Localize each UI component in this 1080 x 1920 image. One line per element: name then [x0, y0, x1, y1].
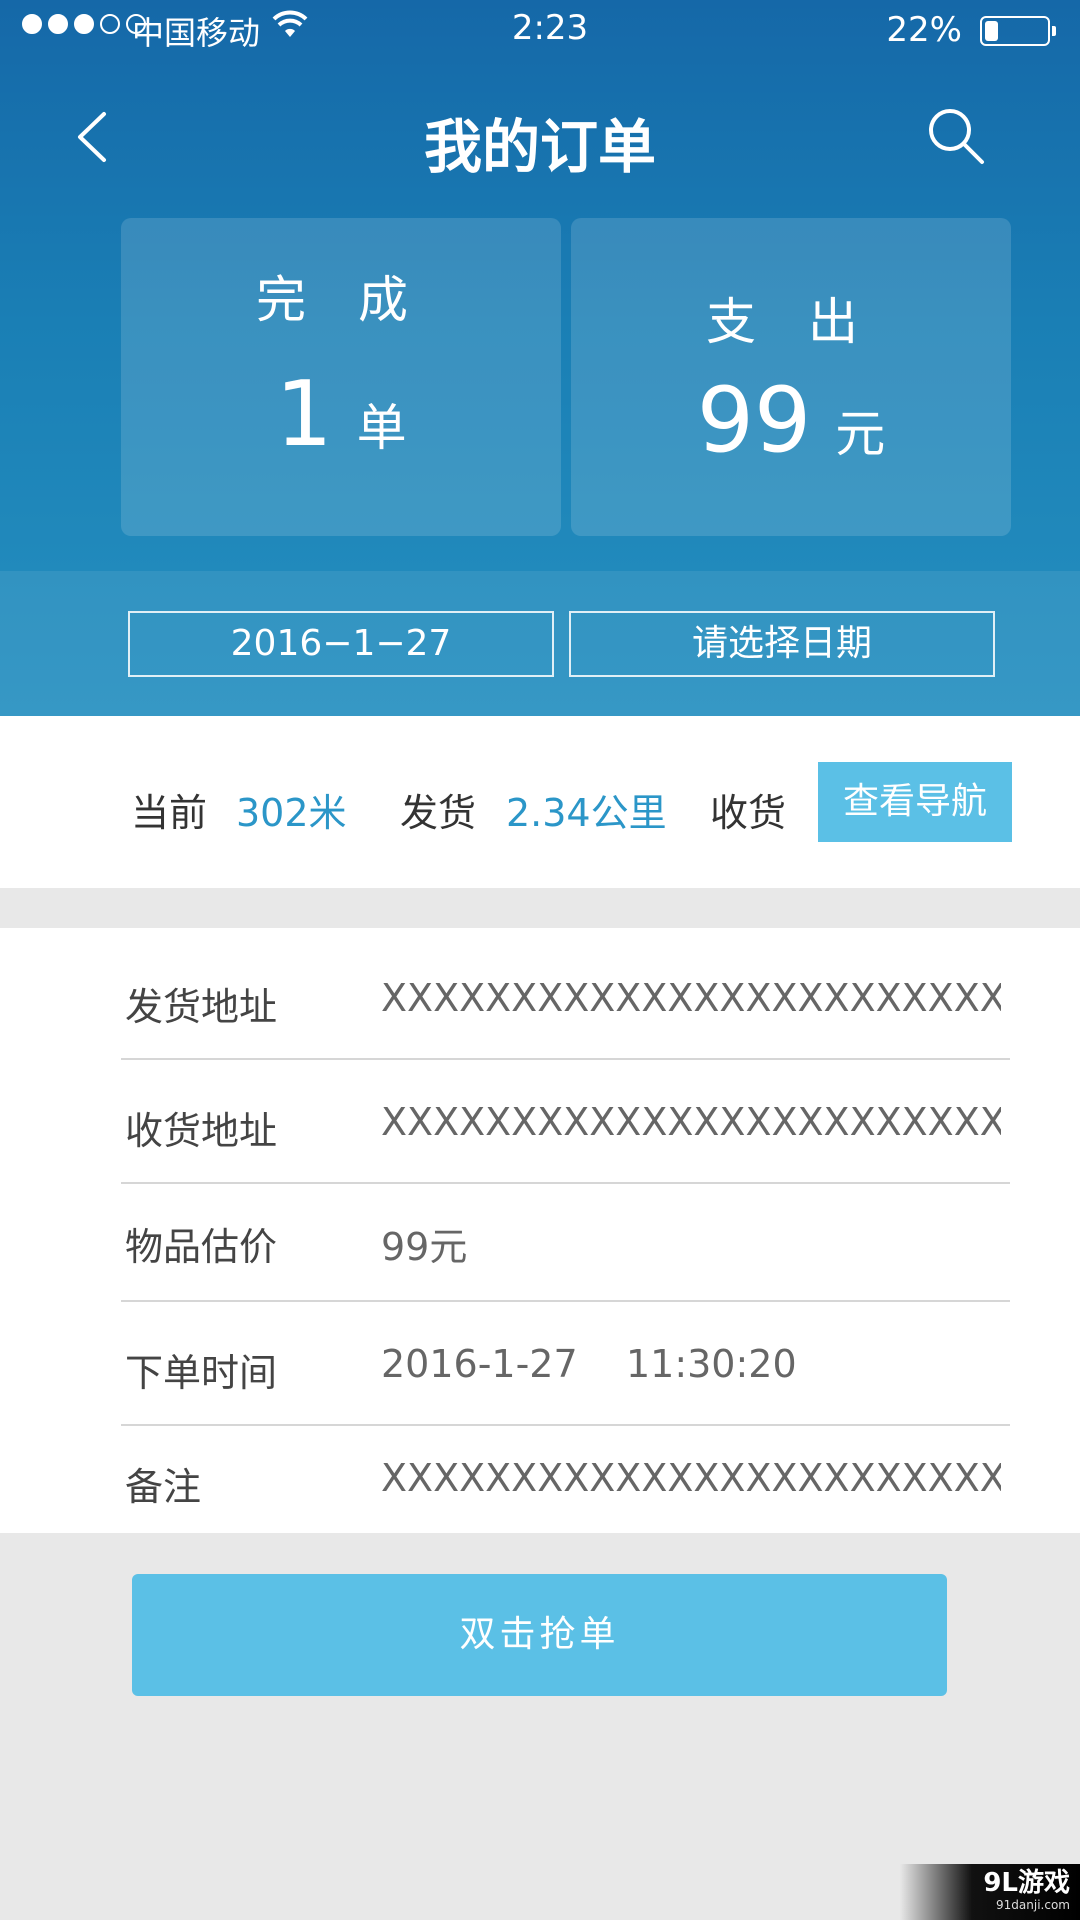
current-distance: 302米 [236, 791, 347, 835]
detail-label: 下单时间 [125, 1351, 278, 1395]
current-label: 当前 [131, 791, 208, 835]
detail-row-ship-address: 发货地址 XXXXXXXXXXXXXXXXXXXXXXXXX [121, 936, 1010, 1060]
detail-value: 2016-1-27 11:30:20 [381, 1342, 797, 1386]
date-filter: 2016−1−27 请选择日期 [0, 571, 1080, 716]
battery-icon [980, 16, 1056, 46]
completed-count: 1 [275, 362, 333, 467]
battery-fill [985, 21, 998, 41]
watermark-main: 9L游戏 [983, 1868, 1070, 1898]
expense-value-row: 99 元 [571, 368, 1011, 473]
status-bar: 中国移动 2:23 22% [0, 0, 1080, 58]
detail-label: 物品估价 [125, 1225, 278, 1269]
detail-value: XXXXXXXXXXXXXXXXXXXXXXXXX [381, 976, 1001, 1020]
completed-unit: 单 [356, 399, 407, 457]
detail-row-receive-address: 收货地址 XXXXXXXXXXXXXXXXXXXXXXXXX [121, 1060, 1010, 1184]
ship-label: 发货 [400, 791, 477, 835]
expense-label: 支 出 [706, 293, 876, 351]
expense-stat-card: 支 出 99 元 [571, 218, 1011, 536]
battery-percent: 22% [886, 10, 962, 50]
detail-value: XXXXXXXXXXXXXXXXXXXXXXXXX [381, 1100, 1001, 1144]
detail-row-order-time: 下单时间 2016-1-27 11:30:20 [121, 1302, 1010, 1426]
view-navigation-button[interactable]: 查看导航 [818, 762, 1012, 842]
expense-amount: 99 [696, 368, 812, 473]
watermark-sub: 91danji.com [996, 1898, 1070, 1912]
detail-label: 备注 [125, 1465, 202, 1509]
detail-row-item-value: 物品估价 99元 [121, 1184, 1010, 1302]
ship-distance: 2.34公里 [506, 791, 667, 835]
distance-bar: 当前 302米 发货 2.34公里 收货 查看导航 [0, 716, 1080, 888]
detail-label: 收货地址 [125, 1109, 278, 1153]
detail-value: 99元 [381, 1225, 468, 1269]
completed-stat-card: 完 成 1 单 [121, 218, 561, 536]
order-details: 发货地址 XXXXXXXXXXXXXXXXXXXXXXXXX 收货地址 XXXX… [0, 928, 1080, 1533]
header: 中国移动 2:23 22% 我的订单 完 成 1 单 支 出 99 元 2016… [0, 0, 1080, 716]
grab-order-button[interactable]: 双击抢单 [132, 1574, 947, 1696]
expense-unit: 元 [835, 405, 886, 463]
detail-row-remarks: 备注 XXXXXXXXXXXXXXXXXXXXXXXXX [121, 1426, 1010, 1533]
page-title: 我的订单 [423, 113, 656, 181]
completed-label: 完 成 [256, 271, 426, 329]
search-icon[interactable] [926, 106, 986, 166]
start-date-picker[interactable]: 2016−1−27 [128, 611, 554, 677]
detail-value: XXXXXXXXXXXXXXXXXXXXXXXXX [381, 1456, 1001, 1500]
watermark-logo: 9L游戏 91danji.com [900, 1864, 1080, 1920]
detail-label: 发货地址 [125, 985, 278, 1029]
completed-value-row: 1 单 [121, 362, 561, 467]
receive-label: 收货 [710, 791, 787, 835]
end-date-picker[interactable]: 请选择日期 [569, 611, 995, 677]
